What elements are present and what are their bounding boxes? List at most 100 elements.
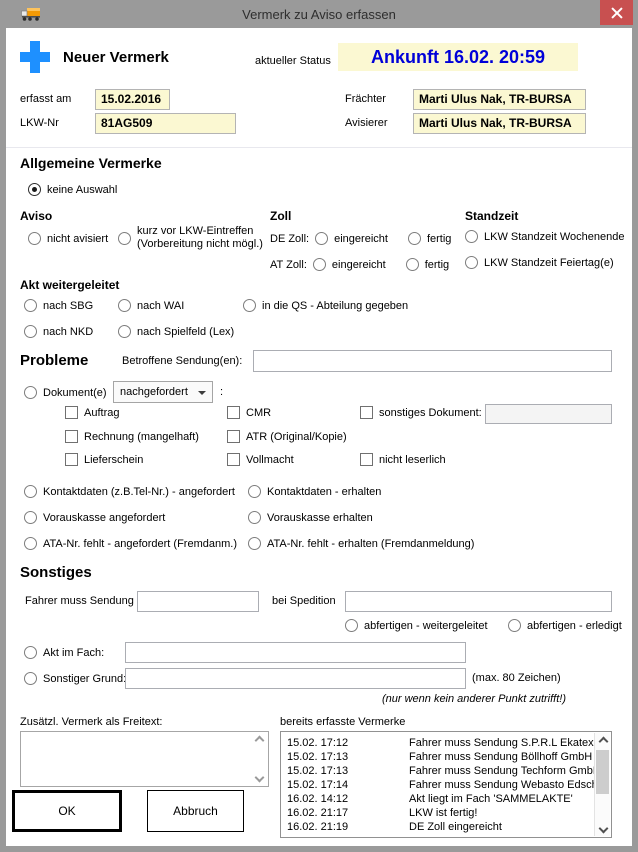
radio-icon — [24, 299, 37, 312]
checkbox-rechnung[interactable]: Rechnung (mangelhaft) — [65, 430, 199, 443]
radio-label: Kontaktdaten (z.B.Tel-Nr.) - angefordert — [43, 486, 235, 498]
checkbox-label: Auftrag — [84, 407, 119, 419]
fahrer-sendung-input[interactable] — [137, 591, 259, 612]
de-zoll-row: DE Zoll: eingereicht fertig — [270, 232, 451, 245]
radio-keine-auswahl[interactable]: keine Auswahl — [28, 183, 117, 196]
scrollbar-down-button[interactable] — [595, 820, 611, 836]
list-item[interactable]: 16.02. 21:19DE Zoll eingereicht — [287, 820, 594, 834]
checkbox-label: Vollmacht — [246, 454, 294, 466]
radio-nach-wai[interactable]: nach WAI — [118, 299, 184, 312]
checkbox-auftrag[interactable]: Auftrag — [65, 406, 119, 419]
radio-label: Vorauskasse erhalten — [267, 512, 373, 524]
checkbox-vollmacht[interactable]: Vollmacht — [227, 453, 294, 466]
dokumente-dropdown[interactable]: nachgefordert — [113, 381, 213, 403]
spedition-label: bei Spedition — [272, 591, 336, 612]
betroffene-input[interactable] — [253, 350, 612, 372]
radio-qs-abteilung[interactable]: in die QS - Abteilung gegeben — [243, 299, 408, 312]
checkbox-icon — [65, 430, 78, 443]
freitext-textarea[interactable] — [21, 732, 250, 786]
radio-icon — [118, 232, 131, 245]
zoll-heading: Zoll — [270, 209, 291, 223]
lkw-nr-field: 81AG509 — [95, 113, 236, 134]
radio-label: Dokument(e) — [43, 387, 107, 399]
radio-abfertigen-erledigt[interactable]: abfertigen - erledigt — [508, 619, 622, 632]
status-value: Ankunft 16.02. 20:59 — [371, 47, 545, 68]
erfasst-am-field: 15.02.2016 — [95, 89, 170, 110]
truck-icon — [20, 7, 42, 22]
dropdown-value: nachgefordert — [120, 386, 188, 398]
radio-icon — [248, 537, 261, 550]
list-item[interactable]: 15.02. 17:12Fahrer muss Sendung S.P.R.L … — [287, 736, 594, 750]
checkbox-nicht-leserlich[interactable]: nicht leserlich — [360, 453, 446, 466]
radio-kontaktdaten-erhalten[interactable]: Kontaktdaten - erhalten — [248, 485, 381, 498]
radio-icon — [243, 299, 256, 312]
checkbox-icon — [65, 406, 78, 419]
radio-standzeit-wochenende[interactable]: LKW Standzeit Wochenende — [465, 230, 624, 243]
radio-de-eingereicht[interactable] — [315, 232, 328, 245]
radio-standzeit-feiertag[interactable]: LKW Standzeit Feiertag(e) — [465, 256, 614, 269]
radio-dokumente[interactable]: Dokument(e) — [24, 386, 107, 399]
checkbox-label: nicht leserlich — [379, 454, 446, 466]
status-label: aktueller Status — [255, 55, 331, 67]
checkbox-sonstiges-dokument[interactable]: sonstiges Dokument: — [360, 406, 482, 419]
at-zoll-label: AT Zoll: — [270, 259, 307, 271]
fraechter-field: Marti Ulus Nak, TR-BURSA — [413, 89, 586, 110]
radio-icon — [465, 230, 478, 243]
radio-nach-nkd[interactable]: nach NKD — [24, 325, 93, 338]
ok-button[interactable]: OK — [12, 790, 122, 832]
sonstiger-grund-input[interactable] — [125, 668, 466, 689]
akt-im-fach-input[interactable] — [125, 642, 466, 663]
radio-at-fertig[interactable] — [406, 258, 419, 271]
radio-icon — [24, 511, 37, 524]
checkbox-atr[interactable]: ATR (Original/Kopie) — [227, 430, 347, 443]
spedition-input[interactable] — [345, 591, 612, 612]
title-bar: Vermerk zu Aviso erfassen — [0, 0, 638, 28]
status-field: Ankunft 16.02. 20:59 — [338, 43, 578, 71]
radio-akt-im-fach[interactable]: Akt im Fach: — [24, 646, 104, 659]
radio-sonstiger-grund[interactable]: Sonstiger Grund: — [24, 672, 126, 685]
list-item[interactable]: 15.02. 17:14Fahrer muss Sendung Webasto … — [287, 778, 594, 792]
hint-text: (nur wenn kein anderer Punkt zutrifft!) — [306, 693, 566, 705]
freitext-label: Zusätzl. Vermerk als Freitext: — [20, 716, 162, 728]
checkbox-icon — [65, 453, 78, 466]
window-title: Vermerk zu Aviso erfassen — [242, 7, 396, 22]
list-scrollbar[interactable] — [594, 733, 610, 836]
header-divider — [6, 147, 632, 148]
radio-kontaktdaten-angefordert[interactable]: Kontaktdaten (z.B.Tel-Nr.) - angefordert — [24, 485, 235, 498]
radio-label: nach WAI — [137, 300, 184, 312]
abbruch-button[interactable]: Abbruch — [147, 790, 244, 832]
freitext-scrollbar[interactable] — [252, 734, 266, 784]
list-item[interactable]: 15.02. 17:13Fahrer muss Sendung Böllhoff… — [287, 750, 594, 764]
radio-nach-sbg[interactable]: nach SBG — [24, 299, 93, 312]
sonstiges-dokument-input[interactable] — [485, 404, 612, 424]
list-item[interactable]: 15.02. 17:13Fahrer muss Sendung Techform… — [287, 764, 594, 778]
radio-kurz-vor-eintreffen[interactable]: kurz vor LKW-Eintreffen (Vorbereitung ni… — [118, 225, 263, 251]
radio-label: nach SBG — [43, 300, 93, 312]
radio-nach-spielfeld[interactable]: nach Spielfeld (Lex) — [118, 325, 234, 338]
radio-icon — [465, 256, 478, 269]
radio-de-fertig[interactable] — [408, 232, 421, 245]
lkw-nr-label: LKW-Nr — [20, 113, 59, 134]
radio-ata-angefordert[interactable]: ATA-Nr. fehlt - angefordert (Fremdanm.) — [24, 537, 237, 550]
radio-label: LKW Standzeit Wochenende — [484, 231, 624, 243]
checkbox-cmr[interactable]: CMR — [227, 406, 271, 419]
scrollbar-up-button[interactable] — [595, 733, 611, 749]
plus-icon — [20, 41, 50, 73]
radio-vorauskasse-angefordert[interactable]: Vorauskasse angefordert — [24, 511, 165, 524]
checkbox-lieferschein[interactable]: Lieferschein — [65, 453, 143, 466]
section-allgemeine-heading: Allgemeine Vermerke — [20, 155, 162, 171]
radio-ata-erhalten[interactable]: ATA-Nr. fehlt - erhalten (Fremdanmeldung… — [248, 537, 474, 550]
checkbox-icon — [360, 406, 373, 419]
radio-nicht-avisiert[interactable]: nicht avisiert — [28, 232, 108, 245]
list-item[interactable]: 16.02. 14:12Akt liegt im Fach 'SAMMELAKT… — [287, 792, 594, 806]
vermerke-list[interactable]: 15.02. 17:12Fahrer muss Sendung S.P.R.L … — [280, 731, 612, 838]
checkbox-icon — [227, 430, 240, 443]
radio-at-eingereicht[interactable] — [313, 258, 326, 271]
radio-icon — [24, 646, 37, 659]
dokumente-colon: : — [220, 381, 223, 403]
radio-abfertigen-weitergeleitet[interactable]: abfertigen - weitergeleitet — [345, 619, 488, 632]
radio-vorauskasse-erhalten[interactable]: Vorauskasse erhalten — [248, 511, 373, 524]
scrollbar-thumb[interactable] — [596, 750, 609, 794]
close-button[interactable] — [600, 0, 633, 25]
list-item[interactable]: 16.02. 21:17LKW ist fertig! — [287, 806, 594, 820]
